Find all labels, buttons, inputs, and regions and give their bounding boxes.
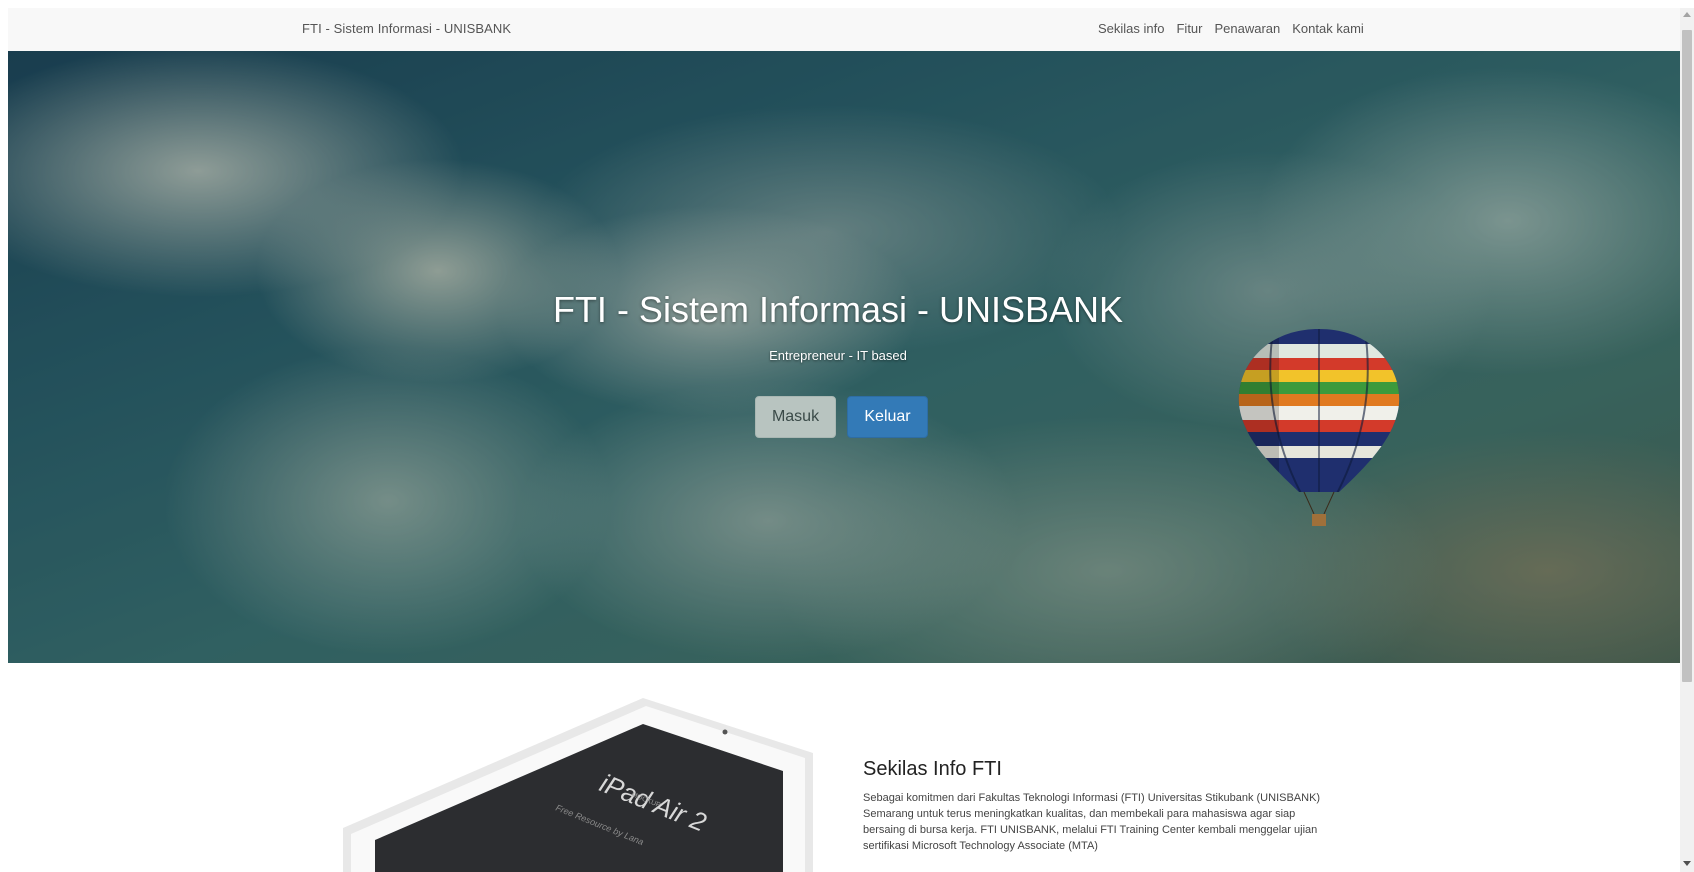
navbar-brand[interactable]: FTI - Sistem Informasi - UNISBANK [302, 21, 511, 36]
hero-subtitle: Entrepreneur - IT based [769, 348, 907, 363]
nav-link-sekilas-info[interactable]: Sekilas info [1098, 21, 1164, 36]
hero-title: FTI - Sistem Informasi - UNISBANK [552, 289, 1124, 330]
keluar-button[interactable]: Keluar [847, 396, 928, 438]
vertical-scrollbar[interactable] [1680, 8, 1694, 872]
masuk-button[interactable]: Masuk [755, 396, 836, 438]
navbar: FTI - Sistem Informasi - UNISBANK Sekila… [8, 8, 1680, 52]
nav-link-kontak-kami[interactable]: Kontak kami [1292, 21, 1364, 36]
nav-link-penawaran[interactable]: Penawaran [1214, 21, 1280, 36]
nav-link-fitur[interactable]: Fitur [1176, 21, 1202, 36]
scrollbar-thumb[interactable] [1682, 30, 1692, 682]
nav-links: Sekilas info Fitur Penawaran Kontak kami [1098, 21, 1364, 36]
scroll-up-arrow-icon[interactable] [1683, 12, 1691, 17]
ipad-mockup-image: iPad Air 2 MOCKUP Free Resource by Lana [343, 698, 813, 872]
page: FTI - Sistem Informasi - UNISBANK Sekila… [8, 8, 1680, 872]
info-text: Sebagai komitmen dari Fakultas Teknologi… [863, 792, 1321, 852]
scroll-down-arrow-icon[interactable] [1683, 861, 1691, 866]
hot-air-balloon-image [1238, 329, 1400, 526]
hero-section: FTI - Sistem Informasi - UNISBANK Entrep… [8, 51, 1680, 663]
info-title: Sekilas Info FTI [863, 758, 1002, 780]
